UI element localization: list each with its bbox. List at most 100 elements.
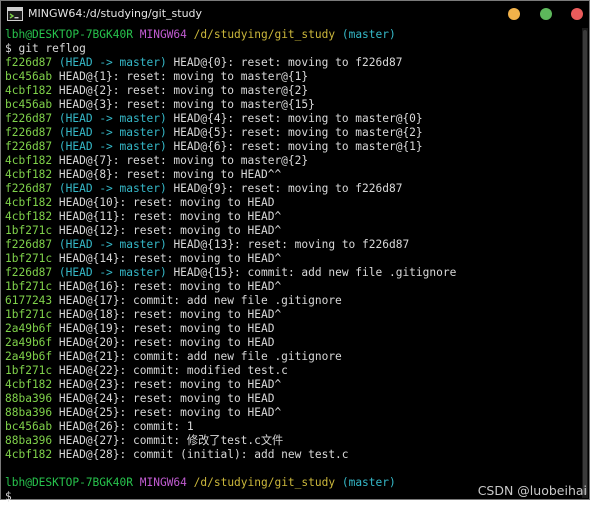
commit-hash: 4cbf182 bbox=[5, 168, 53, 181]
reflog-entry: HEAD@{27}: commit: 修改了test.c文件 bbox=[58, 434, 284, 447]
commit-hash: 1bf271c bbox=[5, 224, 53, 237]
reflog-line: 1bf271c HEAD@{16}: reset: moving to HEAD… bbox=[5, 280, 581, 294]
reflog-entry: HEAD@{11}: reset: moving to HEAD^ bbox=[58, 210, 282, 223]
close-icon[interactable] bbox=[571, 8, 583, 20]
reflog-line: 1bf271c HEAD@{22}: commit: modified test… bbox=[5, 364, 581, 378]
head-ref: (HEAD -> master) bbox=[58, 56, 167, 69]
reflog-line: 2a49b6f HEAD@{20}: reset: moving to HEAD bbox=[5, 336, 581, 350]
commit-hash: 2a49b6f bbox=[5, 350, 53, 363]
reflog-entry: HEAD@{1}: reset: moving to master@{1} bbox=[58, 70, 309, 83]
reflog-entry: HEAD@{4}: reset: moving to master@{0} bbox=[173, 112, 423, 125]
title-bar[interactable]: MINGW64:/d/studying/git_study bbox=[1, 1, 589, 28]
minimize-icon[interactable] bbox=[508, 8, 520, 20]
reflog-entry: HEAD@{24}: reset: moving to HEAD bbox=[58, 392, 275, 405]
terminal-output[interactable]: lbh@DESKTOP-7BGK40R MINGW64 /d/studying/… bbox=[5, 28, 581, 503]
reflog-line: bc456ab HEAD@{1}: reset: moving to maste… bbox=[5, 70, 581, 84]
reflog-line: f226d87 (HEAD -> master) HEAD@{15}: comm… bbox=[5, 266, 581, 280]
reflog-line: 88ba396 HEAD@{24}: reset: moving to HEAD bbox=[5, 392, 581, 406]
reflog-line: bc456ab HEAD@{26}: commit: 1 bbox=[5, 420, 581, 434]
prompt-path: /d/studying/git_study bbox=[193, 28, 336, 41]
reflog-entry: HEAD@{16}: reset: moving to HEAD^ bbox=[58, 280, 282, 293]
reflog-entry: HEAD@{7}: reset: moving to master@{2} bbox=[58, 154, 309, 167]
reflog-entry: HEAD@{15}: commit: add new file .gitigno… bbox=[173, 266, 457, 279]
reflog-line: f226d87 (HEAD -> master) HEAD@{0}: reset… bbox=[5, 56, 581, 70]
prompt-env: MINGW64 bbox=[139, 476, 187, 489]
reflog-entry: HEAD@{13}: reset: moving to f226d87 bbox=[173, 238, 410, 251]
reflog-line: 88ba396 HEAD@{25}: reset: moving to HEAD… bbox=[5, 406, 581, 420]
scrollbar[interactable] bbox=[582, 28, 588, 498]
commit-hash: f226d87 bbox=[5, 140, 53, 153]
commit-hash: bc456ab bbox=[5, 98, 53, 111]
terminal-window: MINGW64:/d/studying/git_study lbh@DESKTO… bbox=[0, 0, 590, 503]
reflog-entry: HEAD@{10}: reset: moving to HEAD bbox=[58, 196, 275, 209]
commit-hash: 4cbf182 bbox=[5, 154, 53, 167]
reflog-line: f226d87 (HEAD -> master) HEAD@{4}: reset… bbox=[5, 112, 581, 126]
reflog-entry: HEAD@{18}: reset: moving to HEAD^ bbox=[58, 308, 282, 321]
commit-hash: bc456ab bbox=[5, 70, 53, 83]
commit-hash: 2a49b6f bbox=[5, 322, 53, 335]
commit-hash: 6177243 bbox=[5, 294, 53, 307]
head-ref: (HEAD -> master) bbox=[58, 140, 167, 153]
reflog-entry: HEAD@{2}: reset: moving to master@{2} bbox=[58, 84, 309, 97]
reflog-line: 4cbf182 HEAD@{23}: reset: moving to HEAD… bbox=[5, 378, 581, 392]
commit-hash: f226d87 bbox=[5, 112, 53, 125]
commit-hash: f226d87 bbox=[5, 126, 53, 139]
reflog-entry: HEAD@{23}: reset: moving to HEAD^ bbox=[58, 378, 282, 391]
reflog-line: 1bf271c HEAD@{12}: reset: moving to HEAD… bbox=[5, 224, 581, 238]
reflog-entry: HEAD@{3}: reset: moving to master@{15} bbox=[58, 98, 315, 111]
reflog-line: bc456ab HEAD@{3}: reset: moving to maste… bbox=[5, 98, 581, 112]
reflog-entry: HEAD@{20}: reset: moving to HEAD bbox=[58, 336, 275, 349]
reflog-line: f226d87 (HEAD -> master) HEAD@{6}: reset… bbox=[5, 140, 581, 154]
scrollbar-thumb[interactable] bbox=[583, 30, 587, 495]
prompt-env: MINGW64 bbox=[139, 28, 187, 41]
commit-hash: f226d87 bbox=[5, 238, 53, 251]
commit-hash: 1bf271c bbox=[5, 252, 53, 265]
commit-hash: f226d87 bbox=[5, 56, 53, 69]
reflog-line: 4cbf182 HEAD@{2}: reset: moving to maste… bbox=[5, 84, 581, 98]
reflog-line: 2a49b6f HEAD@{21}: commit: add new file … bbox=[5, 350, 581, 364]
prompt-branch: (master) bbox=[341, 476, 396, 489]
commit-hash: 88ba396 bbox=[5, 434, 53, 447]
commit-hash: bc456ab bbox=[5, 420, 53, 433]
reflog-entry: HEAD@{28}: commit (initial): add new tes… bbox=[58, 448, 349, 461]
reflog-entry: HEAD@{0}: reset: moving to f226d87 bbox=[173, 56, 403, 69]
watermark: CSDN @luobeihai bbox=[477, 483, 587, 498]
reflog-entry: HEAD@{12}: reset: moving to HEAD^ bbox=[58, 224, 282, 237]
head-ref: (HEAD -> master) bbox=[58, 266, 167, 279]
reflog-entry: HEAD@{5}: reset: moving to master@{2} bbox=[173, 126, 423, 139]
reflog-entry: HEAD@{21}: commit: add new file .gitigno… bbox=[58, 350, 342, 363]
reflog-line: 4cbf182 HEAD@{8}: reset: moving to HEAD^… bbox=[5, 168, 581, 182]
commit-hash: 1bf271c bbox=[5, 280, 53, 293]
commit-hash: f226d87 bbox=[5, 182, 53, 195]
head-ref: (HEAD -> master) bbox=[58, 182, 167, 195]
reflog-entry: HEAD@{22}: commit: modified test.c bbox=[58, 364, 288, 377]
reflog-entry: HEAD@{9}: reset: moving to f226d87 bbox=[173, 182, 403, 195]
mingw-terminal-icon bbox=[7, 7, 23, 21]
window-title: MINGW64:/d/studying/git_study bbox=[28, 7, 203, 20]
commit-hash: 4cbf182 bbox=[5, 196, 53, 209]
commit-hash: 4cbf182 bbox=[5, 210, 53, 223]
reflog-line: 6177243 HEAD@{17}: commit: add new file … bbox=[5, 294, 581, 308]
reflog-entry: HEAD@{8}: reset: moving to HEAD^^ bbox=[58, 168, 282, 181]
commit-hash: 88ba396 bbox=[5, 392, 53, 405]
reflog-entry: HEAD@{17}: commit: add new file .gitigno… bbox=[58, 294, 342, 307]
commit-hash: 4cbf182 bbox=[5, 378, 53, 391]
head-ref: (HEAD -> master) bbox=[58, 126, 167, 139]
reflog-entry: HEAD@{25}: reset: moving to HEAD^ bbox=[58, 406, 282, 419]
reflog-line: 4cbf182 HEAD@{11}: reset: moving to HEAD… bbox=[5, 210, 581, 224]
reflog-line: 2a49b6f HEAD@{19}: reset: moving to HEAD bbox=[5, 322, 581, 336]
head-ref: (HEAD -> master) bbox=[58, 238, 167, 251]
reflog-line: 1bf271c HEAD@{18}: reset: moving to HEAD… bbox=[5, 308, 581, 322]
dollar-sign: $ bbox=[5, 490, 12, 503]
reflog-line: 4cbf182 HEAD@{7}: reset: moving to maste… bbox=[5, 154, 581, 168]
commit-hash: f226d87 bbox=[5, 266, 53, 279]
prompt-branch: (master) bbox=[341, 28, 396, 41]
reflog-line: 4cbf182 HEAD@{10}: reset: moving to HEAD bbox=[5, 196, 581, 210]
reflog-entry: HEAD@{19}: reset: moving to HEAD bbox=[58, 322, 275, 335]
prompt-line: lbh@DESKTOP-7BGK40R MINGW64 /d/studying/… bbox=[5, 28, 581, 42]
maximize-icon[interactable] bbox=[540, 8, 552, 20]
reflog-line: 1bf271c HEAD@{14}: reset: moving to HEAD… bbox=[5, 252, 581, 266]
commit-hash: 88ba396 bbox=[5, 406, 53, 419]
reflog-entry: HEAD@{6}: reset: moving to master@{1} bbox=[173, 140, 423, 153]
